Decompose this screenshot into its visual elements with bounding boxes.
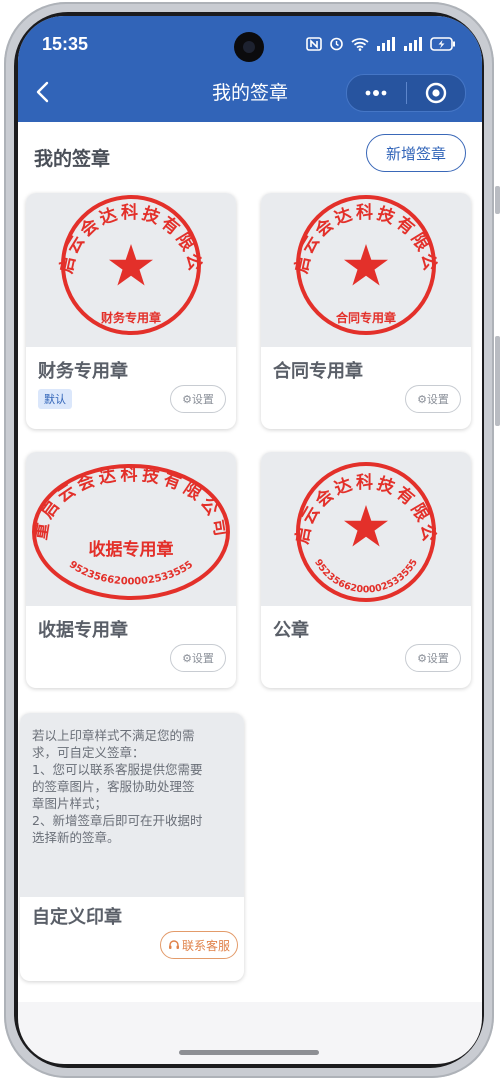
custom-seal-description: 若以上印章样式不满足您的需 求，可自定义签章： 1、您可以联系客服提供您需要 的… [32,727,232,846]
settings-button[interactable]: ⚙设置 [170,644,226,672]
close-button[interactable] [406,75,465,111]
seal-name: 合同专用章 [273,361,363,382]
default-badge: 默认 [38,389,72,409]
app-header: 15:35 我的签章 [18,16,482,122]
custom-seal-title: 自定义印章 [32,907,122,928]
seal-center-text: 合同专用章 [336,310,396,325]
home-indicator[interactable] [179,1050,319,1055]
seal-image: 重启云会达科技有限公司 合同专用章 [261,193,471,347]
seal-image: 重启云会达科技有限公司 收据专用章 9523566200002533555 [26,452,236,606]
settings-button[interactable]: ⚙设置 [170,385,226,413]
seal-name: 公章 [273,620,309,641]
description-line: 的签章图片，客服协助处理签 [32,779,195,794]
target-icon [425,82,446,104]
settings-button[interactable]: ⚙设置 [405,385,461,413]
section-title: 我的签章 [34,148,111,170]
seal-graphic: 重启云会达科技有限公司 收据专用章 9523566200002533555 [30,464,231,600]
seal-graphic: 重启云会达科技有限公司 9523566200002533555 [261,452,437,602]
seal-center-text: 收据专用章 [89,539,174,560]
signal-icon [404,36,422,51]
battery-icon [430,36,455,51]
description-line: 若以上印章样式不满足您的需 [32,728,195,743]
seal-number-text: 9523566200002533555 [67,559,195,587]
description-line: 求，可自定义签章： [32,745,145,760]
more-icon [365,90,387,96]
more-button[interactable] [347,75,406,111]
content-area: 我的签章 新增签章 重启云会达科技有限公司 财务专用章 财务专用章 默认 ⚙设置 [18,122,482,1002]
volume-button [495,186,500,214]
svg-text:重启云会达科技有限公司: 重启云会达科技有限公司 [30,464,231,541]
description-line: 1、您可以联系客服提供您需要 [32,762,203,777]
seal-image: 重启云会达科技有限公司 9523566200002533555 [261,452,471,606]
power-button [495,362,500,426]
signal-icon [377,36,395,51]
status-icons [306,36,456,51]
seal-graphic: 重启云会达科技有限公司 财务专用章 [26,193,202,335]
contact-service-button[interactable]: 联系客服 [160,931,238,959]
seal-card-finance[interactable]: 重启云会达科技有限公司 财务专用章 财务专用章 默认 ⚙设置 [26,193,236,429]
seal-arc-text: 重启云会达科技有限公司 [30,464,227,541]
add-seal-button[interactable]: 新增签章 [366,134,466,172]
screen: 15:35 我的签章 我的签章 新增签章 启云会达科技有限公 财务专用章 财务专… [18,16,482,1064]
settings-button[interactable]: ⚙设置 [405,644,461,672]
nfc-icon [306,36,322,51]
contact-service-label: 联系客服 [181,938,230,953]
seal-card-contract[interactable]: 重启云会达科技有限公司 合同专用章 合同专用章 ⚙设置 [261,193,471,429]
custom-seal-card[interactable]: 若以上印章样式不满足您的需 求，可自定义签章： 1、您可以联系客服提供您需要 的… [20,713,244,981]
description-line: 2、新增签章后即可在开收据时 [32,813,203,828]
front-camera [234,32,264,62]
wifi-icon [351,37,369,51]
seal-name: 收据专用章 [38,620,128,641]
custom-seal-info: 若以上印章样式不满足您的需 求，可自定义签章： 1、您可以联系客服提供您需要 的… [20,713,244,897]
alarm-icon [330,37,343,51]
description-line: 选择新的签章。 [32,830,120,845]
headset-icon [168,940,179,949]
svg-text:9523566200002533555: 9523566200002533555 [67,559,195,587]
mini-program-capsule [346,74,466,112]
status-time: 15:35 [42,34,89,54]
seal-card-official[interactable]: 重启云会达科技有限公司 9523566200002533555 公章 ⚙设置 [261,452,471,688]
seal-name: 财务专用章 [38,361,128,382]
seal-center-text: 财务专用章 [100,310,161,325]
seal-card-receipt[interactable]: 重启云会达科技有限公司 收据专用章 9523566200002533555 收据… [26,452,236,688]
description-line: 章图片样式； [32,796,108,811]
seal-graphic: 重启云会达科技有限公司 合同专用章 [261,193,437,335]
seal-image: 重启云会达科技有限公司 财务专用章 [26,193,236,347]
